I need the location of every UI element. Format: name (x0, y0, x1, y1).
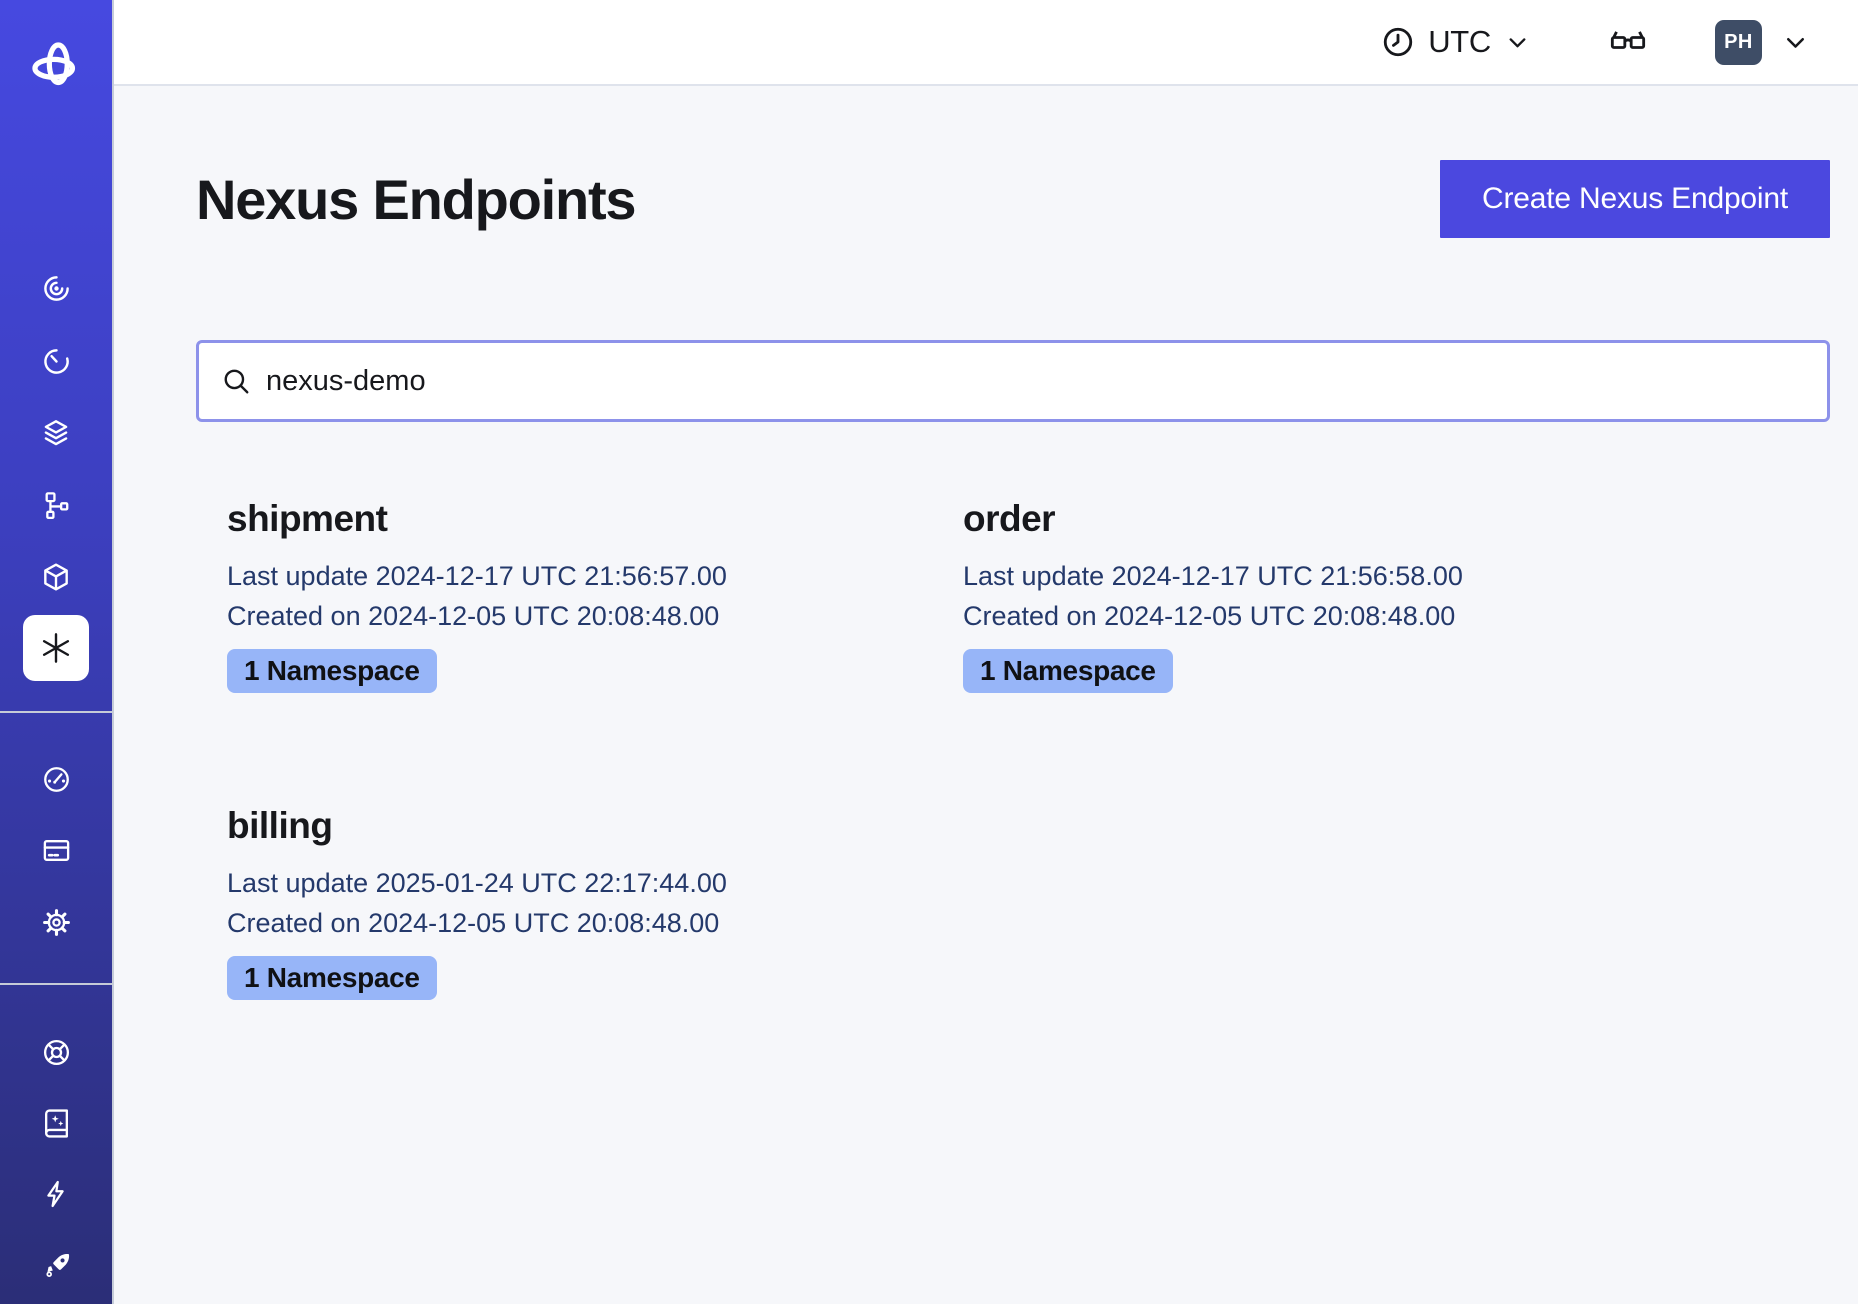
endpoint-card-order[interactable]: order Last update 2024-12-17 UTC 21:56:5… (963, 498, 1699, 693)
sidebar-divider (0, 983, 112, 985)
nexus-asterisk-icon (38, 630, 74, 666)
endpoint-last-update: Last update 2025-01-24 UTC 22:17:44.00 (227, 863, 963, 903)
account-menu[interactable]: PH (1715, 20, 1810, 65)
endpoint-search (196, 340, 1830, 422)
endpoint-name: order (963, 498, 1699, 540)
endpoint-card-shipment[interactable]: shipment Last update 2024-12-17 UTC 21:5… (227, 498, 963, 693)
avatar: PH (1715, 20, 1762, 65)
cube-icon[interactable] (0, 547, 112, 607)
endpoint-created-on: Created on 2024-12-05 UTC 20:08:48.00 (227, 903, 963, 943)
endpoint-grid: shipment Last update 2024-12-17 UTC 21:5… (196, 498, 1830, 1000)
namespace-count-badge: 1 Namespace (227, 649, 437, 693)
namespace-count-badge: 1 Namespace (963, 649, 1173, 693)
endpoint-last-update: Last update 2024-12-17 UTC 21:56:58.00 (963, 556, 1699, 596)
credit-card-icon[interactable] (0, 820, 112, 880)
chevron-down-icon (1504, 29, 1531, 56)
timezone-label: UTC (1428, 24, 1491, 60)
main-content: Nexus Endpoints Create Nexus Endpoint sh… (114, 86, 1858, 1304)
eye-spiral-icon[interactable] (0, 258, 112, 318)
timer-icon[interactable] (0, 331, 112, 391)
chevron-down-icon (1781, 28, 1810, 57)
workflow-graph-icon[interactable] (0, 475, 112, 535)
endpoint-last-update: Last update 2024-12-17 UTC 21:56:57.00 (227, 556, 963, 596)
create-nexus-endpoint-button[interactable]: Create Nexus Endpoint (1440, 160, 1830, 238)
endpoint-created-on: Created on 2024-12-05 UTC 20:08:48.00 (963, 596, 1699, 636)
search-input[interactable] (266, 365, 1805, 398)
search-icon (221, 366, 251, 396)
lightning-icon[interactable] (0, 1164, 112, 1224)
rocket-icon[interactable] (0, 1236, 112, 1296)
layers-icon[interactable] (0, 403, 112, 463)
sidebar-item-nexus-active[interactable] (23, 615, 89, 681)
glasses-icon (1607, 22, 1649, 62)
endpoint-card-billing[interactable]: billing Last update 2025-01-24 UTC 22:17… (227, 805, 963, 1000)
endpoint-created-on: Created on 2024-12-05 UTC 20:08:48.00 (227, 596, 963, 636)
sidebar (0, 0, 114, 1304)
sidebar-divider (0, 711, 112, 713)
book-sparkles-icon[interactable] (0, 1093, 112, 1153)
page-header: Nexus Endpoints Create Nexus Endpoint (196, 160, 1830, 238)
top-bar: UTC PH (114, 0, 1858, 86)
temporal-logo[interactable] (0, 38, 112, 94)
namespace-count-badge: 1 Namespace (227, 956, 437, 1000)
timezone-picker[interactable]: UTC (1381, 24, 1531, 60)
namespace-preview-button[interactable] (1607, 22, 1649, 62)
endpoint-name: shipment (227, 498, 963, 540)
clock-icon (1381, 25, 1415, 59)
page-title: Nexus Endpoints (196, 167, 635, 232)
life-ring-icon[interactable] (0, 1022, 112, 1082)
gear-icon[interactable] (0, 892, 112, 952)
gauge-icon[interactable] (0, 749, 112, 809)
endpoint-name: billing (227, 805, 963, 847)
